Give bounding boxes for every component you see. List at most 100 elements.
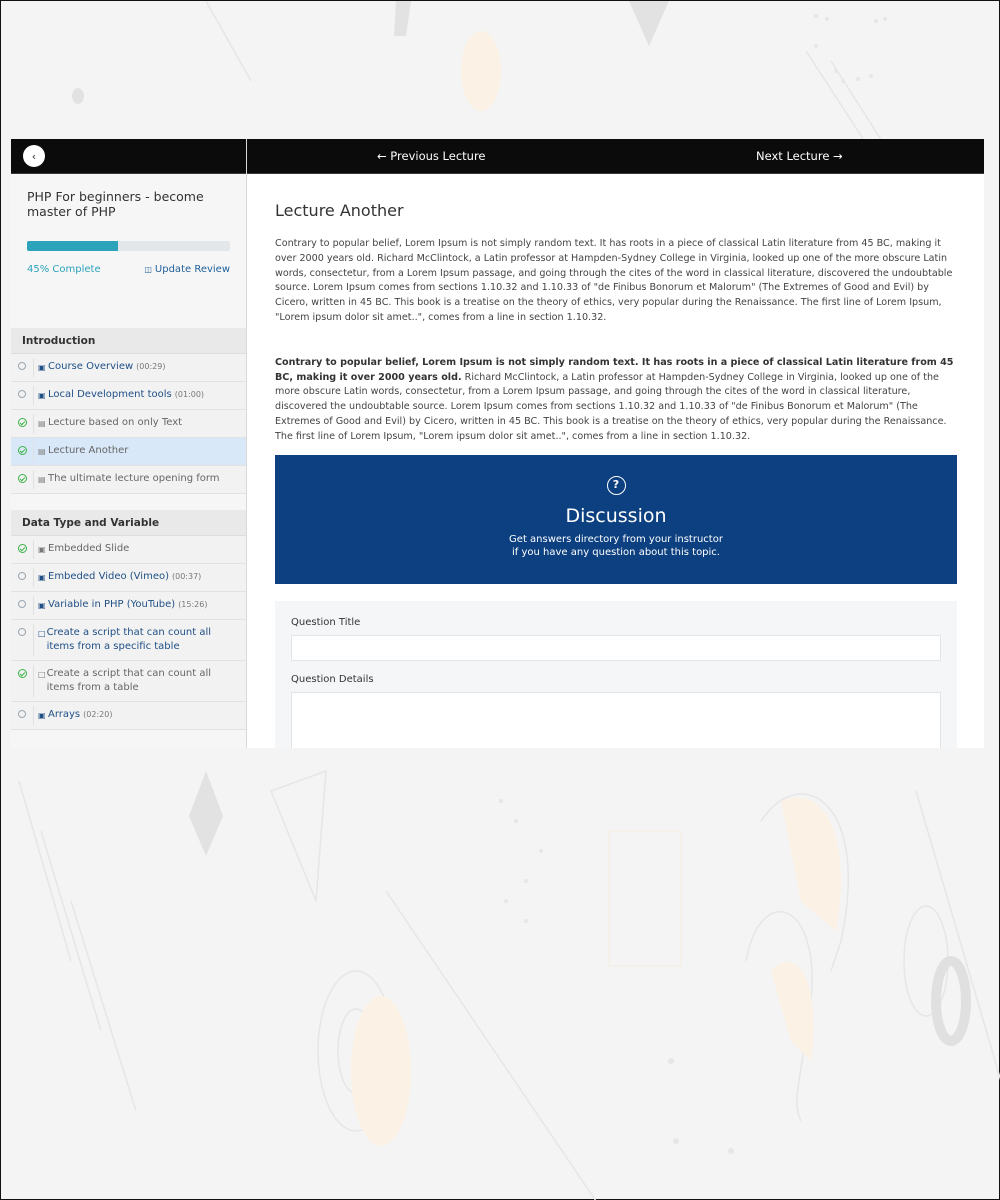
lesson-body: □ Create a script that can count all item… <box>34 661 246 701</box>
check-circle-icon <box>17 418 27 427</box>
progress-label: 45% Complete <box>27 264 101 275</box>
progress-bar <box>27 241 230 251</box>
video-icon: ▣ <box>38 363 46 372</box>
lesson-status <box>11 536 33 563</box>
empty-circle-icon <box>18 710 26 718</box>
lesson-duration: (01:00) <box>174 390 205 399</box>
lesson-item[interactable]: ▤ Lecture Another <box>11 438 246 466</box>
quiz-icon: □ <box>38 670 46 679</box>
progress-fill <box>27 241 119 251</box>
lesson-item[interactable]: ▣ Arrays (02:20) <box>11 702 246 730</box>
section-gap <box>11 494 246 510</box>
lesson-body: ▣ Embeded Video (Vimeo) (00:37) <box>34 564 246 591</box>
lesson-item[interactable]: ▣ Variable in PHP (YouTube) (15:26) <box>11 592 246 620</box>
video-icon: ▣ <box>38 573 46 582</box>
course-info: PHP For beginners - become master of PHP… <box>11 174 246 328</box>
video-icon: ▣ <box>38 391 46 400</box>
lesson-duration: (00:37) <box>172 572 202 581</box>
course-player: ‹ PHP For beginners - become master of P… <box>11 139 984 748</box>
course-title: PHP For beginners - become master of PHP <box>27 189 204 219</box>
lesson-title: Arrays <box>48 709 81 720</box>
discussion-banner: ? Discussion Get answers directory from … <box>275 454 957 584</box>
sidebar-topbar: ‹ <box>11 139 246 174</box>
lesson-title: Variable in PHP (YouTube) <box>48 599 176 610</box>
video-icon: ▣ <box>38 711 46 720</box>
lesson-status <box>11 382 33 409</box>
section-header: Data Type and Variable <box>11 510 246 536</box>
lesson-status <box>11 438 33 465</box>
video-icon: ▣ <box>38 545 46 554</box>
curriculum-sections: Introduction ▣ Course Overview (00:29) ▣ Loca… <box>11 328 246 730</box>
question-details-textarea[interactable] <box>291 691 941 748</box>
next-lecture-button[interactable]: Next Lecture → <box>756 149 843 163</box>
lesson-status <box>11 564 33 591</box>
lesson-title: Embedded Slide <box>48 543 130 554</box>
check-circle-icon <box>17 474 27 483</box>
lecture-nav-bar: ← Previous Lecture Next Lecture → <box>247 139 984 174</box>
lesson-status <box>11 354 33 381</box>
lecture-paragraph: Contrary to popular belief, Lorem Ipsum … <box>275 356 957 445</box>
lesson-status <box>11 410 33 437</box>
lesson-title: Create a script that can count all items… <box>46 668 212 693</box>
document-icon: ▤ <box>38 419 46 428</box>
empty-circle-icon <box>18 390 26 398</box>
back-button[interactable]: ‹ <box>23 145 45 167</box>
previous-lecture-button[interactable]: ← Previous Lecture <box>377 149 486 163</box>
section-header: Introduction <box>11 328 246 354</box>
lesson-item[interactable]: ▣ Embeded Video (Vimeo) (00:37) <box>11 564 246 592</box>
question-title-input[interactable] <box>291 634 941 661</box>
lesson-body: ▤ The ultimate lecture opening form <box>34 466 246 493</box>
lecture-title: Lecture Another <box>275 201 404 220</box>
question-title-label: Question Title <box>291 616 361 628</box>
lesson-body: ▤ Lecture Another <box>34 438 246 465</box>
lesson-status <box>11 466 33 493</box>
review-icon: ◫ <box>144 265 152 274</box>
lesson-title: Course Overview <box>48 361 134 372</box>
question-details-label: Question Details <box>291 673 374 685</box>
lesson-duration: (15:26) <box>178 600 208 609</box>
lesson-status <box>11 702 33 729</box>
lesson-body: ▣ Course Overview (00:29) <box>34 354 246 381</box>
lesson-duration: (00:29) <box>136 362 166 371</box>
lesson-title: Create a script that can count all items… <box>46 627 212 652</box>
check-circle-icon <box>17 544 27 553</box>
lesson-item[interactable]: ▣ Local Development tools (01:00) <box>11 382 246 410</box>
lesson-body: ▣ Arrays (02:20) <box>34 702 246 729</box>
lesson-title: The ultimate lecture opening form <box>48 473 220 484</box>
lecture-main: ← Previous Lecture Next Lecture → Lectur… <box>247 139 984 748</box>
empty-circle-icon <box>18 362 26 370</box>
lesson-item[interactable]: ▣ Embedded Slide <box>11 536 246 564</box>
lesson-item[interactable]: ▣ Course Overview (00:29) <box>11 354 246 382</box>
document-icon: ▤ <box>38 447 46 456</box>
lesson-item[interactable]: ▤ Lecture based on only Text <box>11 410 246 438</box>
lesson-body: ▣ Local Development tools (01:00) <box>34 382 246 409</box>
lesson-status <box>11 661 33 701</box>
discussion-subtitle: Get answers directory from your instruct… <box>275 533 957 559</box>
lesson-status <box>11 592 33 619</box>
lesson-item[interactable]: ▤ The ultimate lecture opening form <box>11 466 246 494</box>
lesson-item[interactable]: □ Create a script that can count all item… <box>11 620 246 661</box>
discussion-subtitle-line: if you have any question about this topi… <box>512 546 720 558</box>
lesson-title: Local Development tools <box>48 389 172 400</box>
question-form: Question Title Question Details <box>275 600 957 748</box>
lesson-duration: (02:20) <box>83 710 113 719</box>
empty-circle-icon <box>18 600 26 608</box>
lecture-content: Lecture Another Contrary to popular beli… <box>247 174 984 748</box>
lesson-title: Lecture Another <box>48 445 129 456</box>
lesson-body: ▣ Variable in PHP (YouTube) (15:26) <box>34 592 246 619</box>
update-review-label: Update Review <box>154 264 230 275</box>
quiz-icon: □ <box>38 629 46 638</box>
lecture-paragraph: Contrary to popular belief, Lorem Ipsum … <box>275 238 953 323</box>
check-circle-icon <box>17 446 27 455</box>
lesson-body: ▤ Lecture based on only Text <box>34 410 246 437</box>
discussion-title: Discussion <box>565 504 667 527</box>
lesson-item[interactable]: □ Create a script that can count all item… <box>11 661 246 702</box>
update-review-link[interactable]: ◫ Update Review <box>144 264 230 275</box>
video-icon: ▣ <box>38 601 46 610</box>
discussion-subtitle-line: Get answers directory from your instruct… <box>509 533 723 545</box>
lesson-title: Lecture based on only Text <box>48 417 183 428</box>
lesson-body: ▣ Embedded Slide <box>34 536 246 563</box>
question-circle-icon: ? <box>606 475 626 495</box>
empty-circle-icon <box>18 572 26 580</box>
lesson-title: Embeded Video (Vimeo) <box>48 571 169 582</box>
